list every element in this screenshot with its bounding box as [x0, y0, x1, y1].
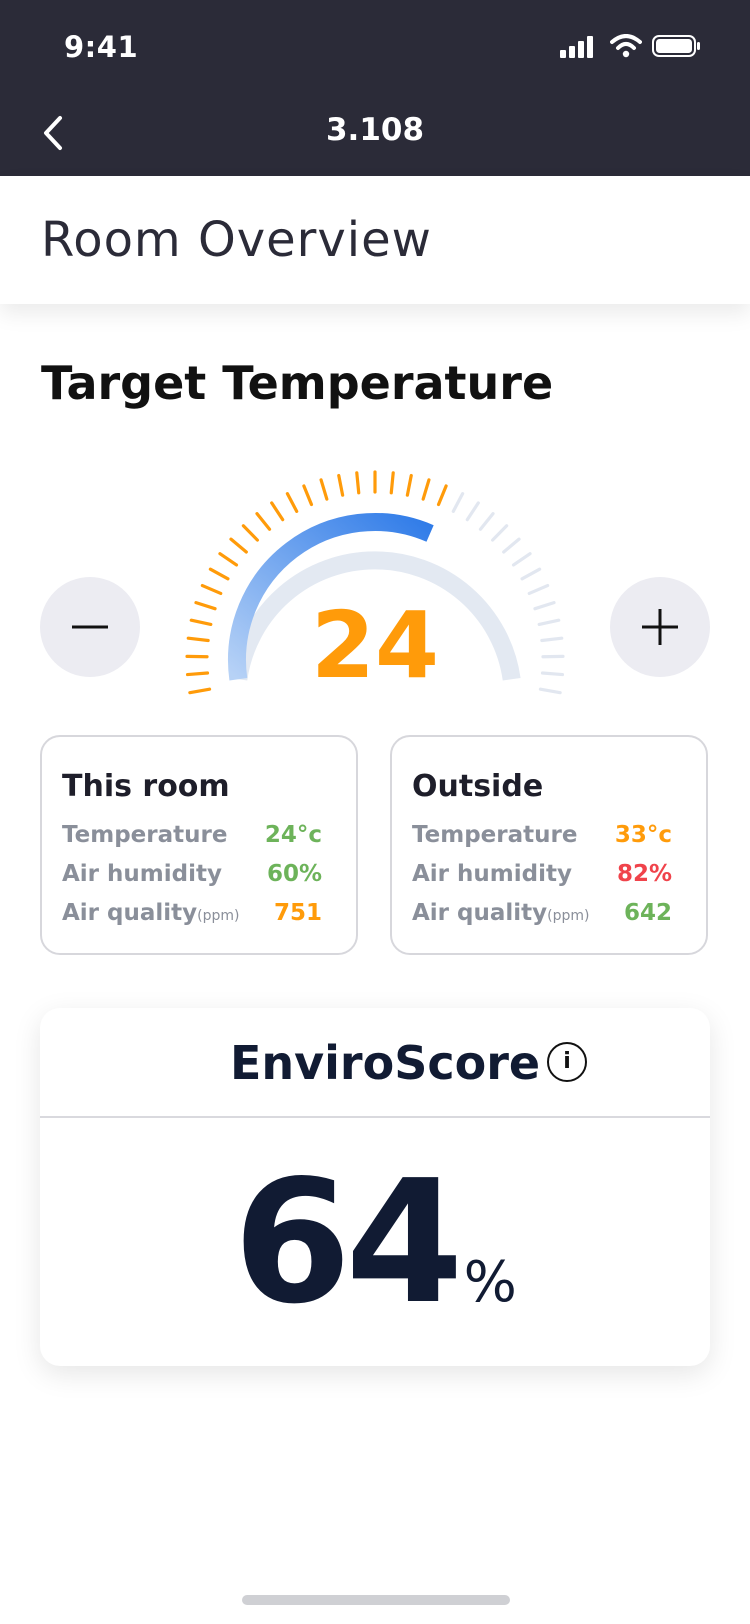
- dial-tick: [511, 552, 532, 567]
- this-room-humidity-row: Air humidity 60%: [62, 861, 322, 887]
- home-indicator[interactable]: [242, 1595, 510, 1605]
- enviroscore-card: EnviroScore i 64%: [40, 1008, 710, 1366]
- row-value: 60%: [266, 861, 322, 887]
- row-label: Temperature: [62, 822, 228, 848]
- this-room-air-quality-row: Air quality(ppm) 751: [62, 900, 322, 926]
- dial-tick: [527, 583, 550, 596]
- dial-tick: [285, 492, 299, 513]
- row-value: 33°c: [614, 822, 672, 848]
- dial-tick: [355, 471, 361, 495]
- signal-icon: [560, 36, 593, 58]
- enviroscore-value-group: 64%: [40, 1158, 710, 1328]
- row-value: 751: [273, 900, 322, 926]
- dial-tick: [405, 473, 413, 497]
- increase-temperature-button[interactable]: [610, 577, 710, 677]
- battery-icon: [652, 35, 700, 57]
- row-label: Air quality: [412, 900, 548, 926]
- dial-tick: [502, 537, 521, 554]
- page-title: Room Overview: [41, 212, 432, 268]
- row-label: Air humidity: [62, 861, 222, 887]
- dial-tick: [229, 537, 248, 554]
- dial-tick: [302, 484, 314, 507]
- row-unit: (ppm): [547, 908, 590, 924]
- decrease-temperature-button[interactable]: [40, 577, 140, 677]
- row-value: 642: [623, 900, 672, 926]
- card-title: This room: [62, 769, 230, 804]
- dial-tick: [421, 478, 431, 501]
- enviroscore-title: EnviroScore: [230, 1036, 541, 1090]
- wifi-icon: [610, 34, 642, 58]
- dial-tick: [389, 471, 395, 495]
- outside-card: Outside Temperature 33°c Air humidity 82…: [390, 735, 708, 955]
- row-unit: (ppm): [197, 908, 240, 924]
- status-time: 9:41: [64, 30, 139, 64]
- dial-tick: [270, 501, 285, 522]
- nav-title: 3.108: [325, 112, 425, 148]
- dial-tick: [465, 501, 480, 522]
- dial-tick: [241, 524, 259, 542]
- dial-tick: [200, 583, 223, 596]
- dial-tick: [451, 492, 465, 513]
- card-title: Outside: [412, 769, 544, 804]
- info-icon[interactable]: i: [547, 1042, 587, 1082]
- outside-temperature-row: Temperature 33°c: [412, 822, 672, 848]
- dial-tick: [436, 484, 448, 507]
- section-header: Room Overview: [0, 176, 750, 304]
- outside-humidity-row: Air humidity 82%: [412, 861, 672, 887]
- dial-tick: [337, 473, 345, 497]
- this-room-temperature-row: Temperature 24°c: [62, 822, 322, 848]
- dial-tick: [255, 512, 272, 531]
- dial-tick: [478, 512, 495, 531]
- status-icons: [560, 34, 720, 58]
- row-label: Temperature: [412, 822, 578, 848]
- dial-tick: [491, 524, 509, 542]
- minus-icon: [72, 625, 108, 629]
- dial-tick: [319, 478, 329, 501]
- enviroscore-value: 64: [233, 1144, 464, 1342]
- target-temperature-title: Target Temperature: [41, 356, 554, 410]
- plus-icon: [642, 609, 678, 645]
- row-value: 82%: [616, 861, 672, 887]
- dial-tick: [218, 552, 239, 567]
- row-label: Air quality: [62, 900, 198, 926]
- enviroscore-header: EnviroScore i: [40, 1008, 710, 1118]
- top-bar: 9:41 3.108: [0, 0, 750, 176]
- enviroscore-unit: %: [463, 1250, 517, 1315]
- this-room-card: This room Temperature 24°c Air humidity …: [40, 735, 358, 955]
- outside-air-quality-row: Air quality(ppm) 642: [412, 900, 672, 926]
- dial-tick: [208, 567, 230, 581]
- row-value: 24°c: [264, 822, 322, 848]
- row-label: Air humidity: [412, 861, 572, 887]
- dial-tick: [520, 567, 542, 581]
